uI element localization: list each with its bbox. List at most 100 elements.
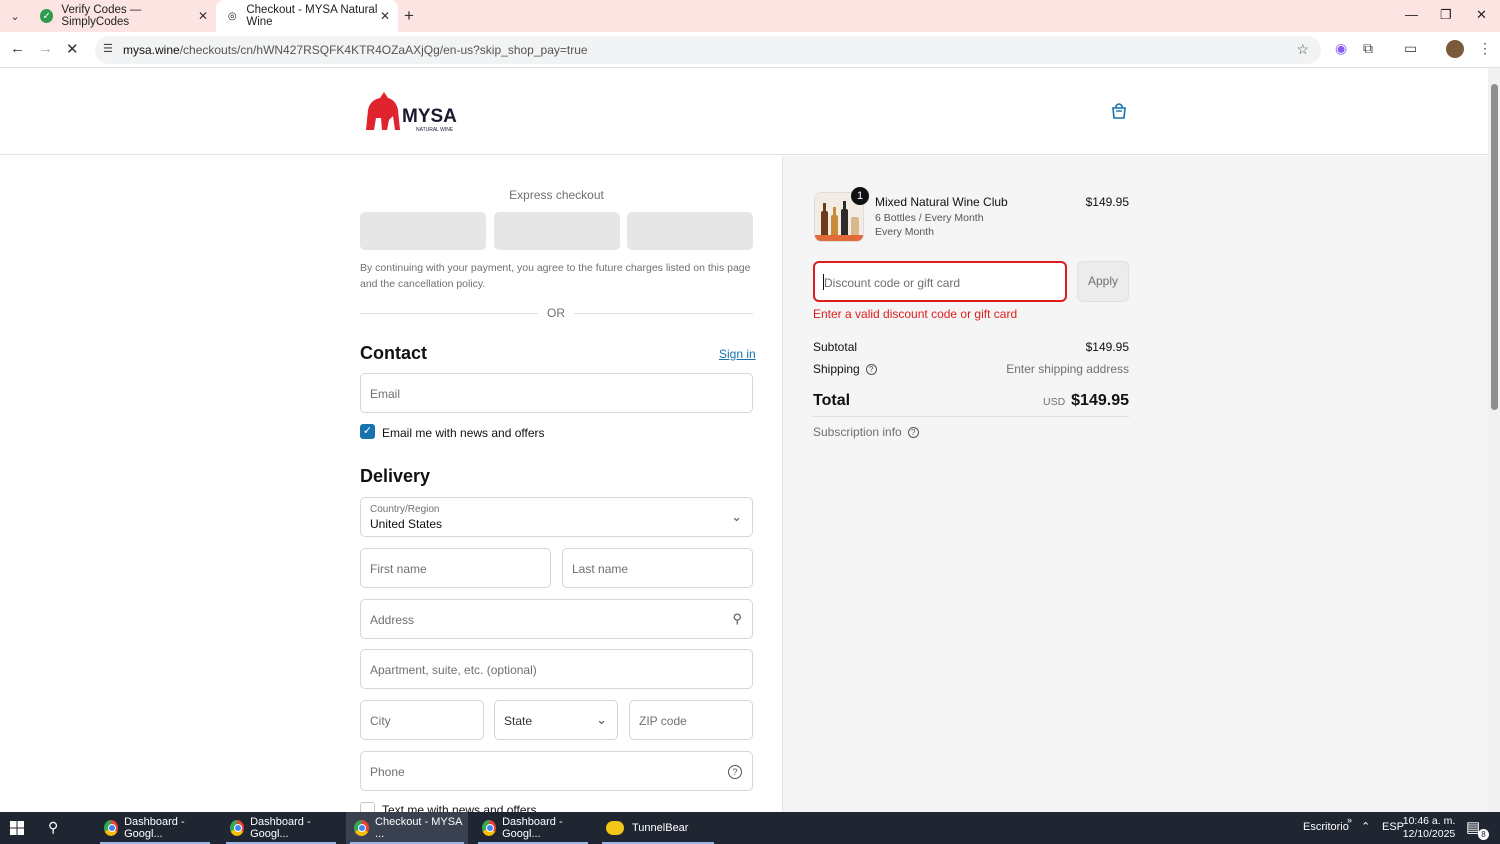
forward-icon[interactable]: → <box>38 40 53 57</box>
site-header: MYSA NATURAL WINE <box>0 68 1488 155</box>
svg-text:MYSA: MYSA <box>402 106 457 127</box>
email-news-label: Email me with news and offers <box>382 426 545 440</box>
close-window-icon[interactable]: ✕ <box>1476 7 1487 23</box>
shipping-help-icon[interactable]: ? <box>865 364 877 375</box>
search-icon[interactable]: ⚲ <box>48 819 58 836</box>
country-label: Country/Region <box>370 504 440 515</box>
tab-checkout[interactable]: ◎ Checkout - MYSA Natural Wine ✕ <box>216 0 398 32</box>
subtotal-value: $149.95 <box>1085 340 1129 354</box>
order-summary-panel <box>782 156 1488 812</box>
chrome-icon <box>482 820 497 836</box>
clock-date: 12/10/2025 <box>1402 828 1456 840</box>
divider <box>360 313 538 314</box>
stop-loading-icon[interactable]: ✕ <box>66 40 79 58</box>
clock-time: 10:46 a. m. <box>1402 815 1456 827</box>
tab-title: Verify Codes — SimplyCodes <box>61 4 142 28</box>
product-variant: 6 Bottles / Every Month <box>875 212 984 224</box>
address-bar[interactable]: ☰ mysa.wine/checkouts/cn/hWN427RSQFK4KTR… <box>95 36 1321 64</box>
close-tab-icon[interactable]: ✕ <box>198 9 208 23</box>
state-select[interactable]: State ⌄ <box>494 700 618 740</box>
windows-start-icon[interactable] <box>10 821 24 835</box>
apartment-placeholder: Apartment, suite, etc. (optional) <box>370 663 537 677</box>
clock[interactable]: 10:46 a. m. 12/10/2025 <box>1398 815 1460 841</box>
assistant-extension-icon[interactable]: ◉ <box>1335 40 1347 57</box>
chevron-down-icon: ⌄ <box>596 712 607 727</box>
checkout-page: MYSA NATURAL WINE Express checkout By co… <box>0 68 1488 812</box>
city-field[interactable]: City <box>360 700 484 740</box>
discount-code-input[interactable]: Discount code or gift card <box>813 261 1067 302</box>
taskbar-item-tunnelbear[interactable]: TunnelBear <box>598 812 718 844</box>
bookmark-star-icon[interactable]: ☆ <box>1296 41 1309 58</box>
shopping-bag-icon[interactable] <box>1110 102 1128 120</box>
chevron-down-icon: ⌄ <box>731 509 742 524</box>
restore-icon[interactable]: ❐ <box>1440 7 1452 23</box>
site-info-icon[interactable]: ☰ <box>103 42 113 55</box>
discount-placeholder: Discount code or gift card <box>824 276 961 290</box>
extensions-puzzle-icon[interactable]: ⧉ <box>1363 40 1373 57</box>
zip-placeholder: ZIP code <box>639 714 687 728</box>
back-icon[interactable]: ← <box>10 40 25 57</box>
quantity-badge: 1 <box>851 187 869 205</box>
zip-field[interactable]: ZIP code <box>629 700 753 740</box>
express-pay-button[interactable] <box>360 212 486 250</box>
sign-in-link[interactable]: Sign in <box>719 347 756 361</box>
total-value-row: USD $149.95 <box>960 392 1129 410</box>
chrome-icon <box>230 820 245 836</box>
total-currency: USD <box>1042 396 1066 408</box>
taskbar-item-label: TunnelBear <box>632 822 689 834</box>
scrollbar-thumb[interactable] <box>1491 84 1498 410</box>
minimize-icon[interactable]: — <box>1405 7 1418 22</box>
email-field[interactable]: Email <box>360 373 753 413</box>
express-pay-button[interactable] <box>627 212 753 250</box>
expand-toolbar-icon[interactable]: » <box>1347 815 1352 825</box>
apartment-field[interactable]: Apartment, suite, etc. (optional) <box>360 649 753 689</box>
url-text: mysa.wine/checkouts/cn/hWN427RSQFK4KTR4O… <box>123 43 588 57</box>
phone-field[interactable]: Phone ? <box>360 751 753 791</box>
svg-text:NATURAL WINE: NATURAL WINE <box>416 127 454 133</box>
taskbar-item-chrome-active[interactable]: Checkout - MYSA ... <box>346 812 468 844</box>
last-name-field[interactable]: Last name <box>562 548 753 588</box>
profile-avatar[interactable] <box>1446 40 1464 58</box>
email-news-checkbox[interactable]: ✓ <box>360 424 375 439</box>
address-field[interactable]: Address ⚲ <box>360 599 753 639</box>
more-menu-icon[interactable]: ⋮ <box>1478 40 1492 57</box>
taskbar-item-chrome[interactable]: Dashboard - Googl... <box>96 812 214 844</box>
taskbar-item-chrome[interactable]: Dashboard - Googl... <box>474 812 592 844</box>
product-name: Mixed Natural Wine Club <box>875 195 1008 209</box>
first-name-field[interactable]: First name <box>360 548 551 588</box>
close-tab-icon[interactable]: ✕ <box>380 9 390 23</box>
text-news-checkbox[interactable] <box>360 802 375 812</box>
tunnelbear-icon <box>606 821 624 835</box>
tab-search-icon[interactable]: ⌄ <box>4 6 26 26</box>
subscription-help-icon[interactable]: ? <box>907 427 919 438</box>
shipping-value: Enter shipping address <box>1006 362 1129 376</box>
apply-button[interactable]: Apply <box>1077 261 1129 302</box>
divider <box>813 416 1129 417</box>
country-select[interactable]: Country/Region United States ⌄ <box>360 497 753 537</box>
last-name-placeholder: Last name <box>572 562 629 576</box>
taskbar-item-label: Dashboard - Googl... <box>502 816 563 840</box>
product-frequency: Every Month <box>875 226 934 238</box>
tray-chevron-up-icon[interactable]: ⌃ <box>1361 820 1370 833</box>
state-placeholder: State <box>504 714 533 728</box>
delivery-heading: Delivery <box>360 466 431 486</box>
chrome-icon <box>104 820 119 836</box>
mysa-favicon-icon: ◎ <box>227 10 237 22</box>
text-news-label: Text me with news and offers <box>382 803 537 812</box>
help-icon[interactable]: ? <box>728 765 742 779</box>
reading-list-icon[interactable]: ▭ <box>1404 40 1417 57</box>
taskbar-item-chrome[interactable]: Dashboard - Googl... <box>222 812 340 844</box>
discount-error-message: Enter a valid discount code or gift card <box>813 307 1018 321</box>
tab-strip: ⌄ ✓ Verify Codes — SimplyCodes ✕ ◎ Check… <box>0 0 1500 32</box>
shipping-label: Shipping <box>813 362 860 376</box>
new-tab-icon[interactable]: + <box>404 6 414 26</box>
tab-title: Checkout - MYSA Natural Wine <box>246 4 378 28</box>
subscription-info-row[interactable]: Subscription info? <box>813 425 919 439</box>
desktop-toolbar[interactable]: Escritorio <box>1303 821 1349 833</box>
mysa-logo[interactable]: MYSA NATURAL WINE <box>362 90 462 134</box>
contact-heading: Contact <box>360 343 427 363</box>
divider <box>574 313 753 314</box>
tab-simplycodes[interactable]: ✓ Verify Codes — SimplyCodes ✕ <box>30 0 216 32</box>
address-placeholder: Address <box>370 613 415 627</box>
express-pay-button[interactable] <box>494 212 620 250</box>
